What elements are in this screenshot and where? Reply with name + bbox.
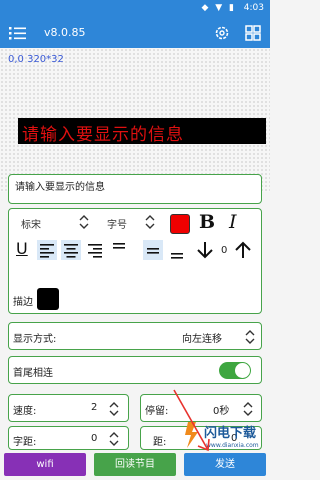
loop-toggle[interactable] xyxy=(219,362,251,379)
preview-coordinates: 0,0 320*32 xyxy=(8,54,64,65)
char-spacing-value: 0 xyxy=(91,433,98,444)
grid-icon[interactable] xyxy=(245,25,261,41)
speed-setting[interactable]: 速度: 2 xyxy=(8,394,129,422)
font-size-stepper-icon[interactable] xyxy=(145,215,155,229)
red-arrow-annotation xyxy=(173,389,210,452)
valign-bottom-icon[interactable] xyxy=(167,240,187,260)
valign-top-icon[interactable] xyxy=(109,240,129,260)
font-style-panel: 标宋 字号 B I U 0 描边 xyxy=(8,208,262,314)
stroke-color-swatch[interactable] xyxy=(37,288,59,310)
font-name-stepper-icon[interactable] xyxy=(79,215,89,229)
gear-icon[interactable] xyxy=(214,25,230,41)
led-text: 请输入要显示的信息 xyxy=(22,125,184,145)
underline-button[interactable]: U xyxy=(16,239,28,258)
status-time: 4:03 xyxy=(243,3,264,13)
align-center-icon[interactable] xyxy=(61,240,81,260)
status-icons: ◆ ▼ ▮ xyxy=(201,3,236,13)
stay-stepper-icon[interactable] xyxy=(243,402,253,416)
loop-label: 首尾相连 xyxy=(13,368,53,379)
spacing-value: 0 xyxy=(221,245,228,256)
display-mode-value: 向左连移 xyxy=(182,334,222,345)
display-mode-selector[interactable]: 显示方式: 向左连移 xyxy=(8,322,262,350)
display-mode-label: 显示方式: xyxy=(13,334,57,345)
toggle-knob xyxy=(235,363,250,378)
status-bar: ◆ ▼ ▮ 4:03 xyxy=(0,0,270,18)
arrow-down-icon[interactable] xyxy=(195,240,215,260)
font-name[interactable]: 标宋 xyxy=(21,216,41,231)
led-preview-canvas: 0,0 320*32 请输入要显示的信息 xyxy=(0,48,270,192)
led-display[interactable]: 请输入要显示的信息 xyxy=(18,118,266,145)
message-input-value: 请输入要显示的信息 xyxy=(15,182,105,193)
send-button[interactable]: 发送 xyxy=(184,453,266,476)
speed-value: 2 xyxy=(91,402,98,413)
valign-middle-icon[interactable] xyxy=(143,240,163,260)
text-color-swatch[interactable] xyxy=(170,214,190,234)
char-spacing-stepper-icon[interactable] xyxy=(109,432,119,446)
app-version: v8.0.85 xyxy=(44,26,86,39)
loop-setting: 首尾相连 xyxy=(8,356,262,384)
display-mode-stepper-icon[interactable] xyxy=(245,330,255,344)
char-spacing-label: 字距: xyxy=(13,437,37,448)
wifi-button[interactable]: wifi xyxy=(4,453,86,476)
speed-label: 速度: xyxy=(13,406,37,417)
app-bar: v8.0.85 xyxy=(0,18,270,48)
font-size-label[interactable]: 字号 xyxy=(107,216,127,231)
char-spacing-setting[interactable]: 字距: 0 xyxy=(8,426,129,450)
italic-button[interactable]: I xyxy=(229,211,237,233)
bold-button[interactable]: B xyxy=(199,211,215,233)
read-program-button[interactable]: 回读节目 xyxy=(94,453,176,476)
align-left-icon[interactable] xyxy=(37,240,57,260)
stroke-label: 描边 xyxy=(13,297,33,308)
message-input-field[interactable]: 请输入要显示的信息 xyxy=(8,174,262,204)
align-right-icon[interactable] xyxy=(85,240,105,260)
speed-stepper-icon[interactable] xyxy=(109,402,119,416)
arrow-up-icon[interactable] xyxy=(233,240,253,260)
list-menu-icon[interactable] xyxy=(9,25,27,41)
